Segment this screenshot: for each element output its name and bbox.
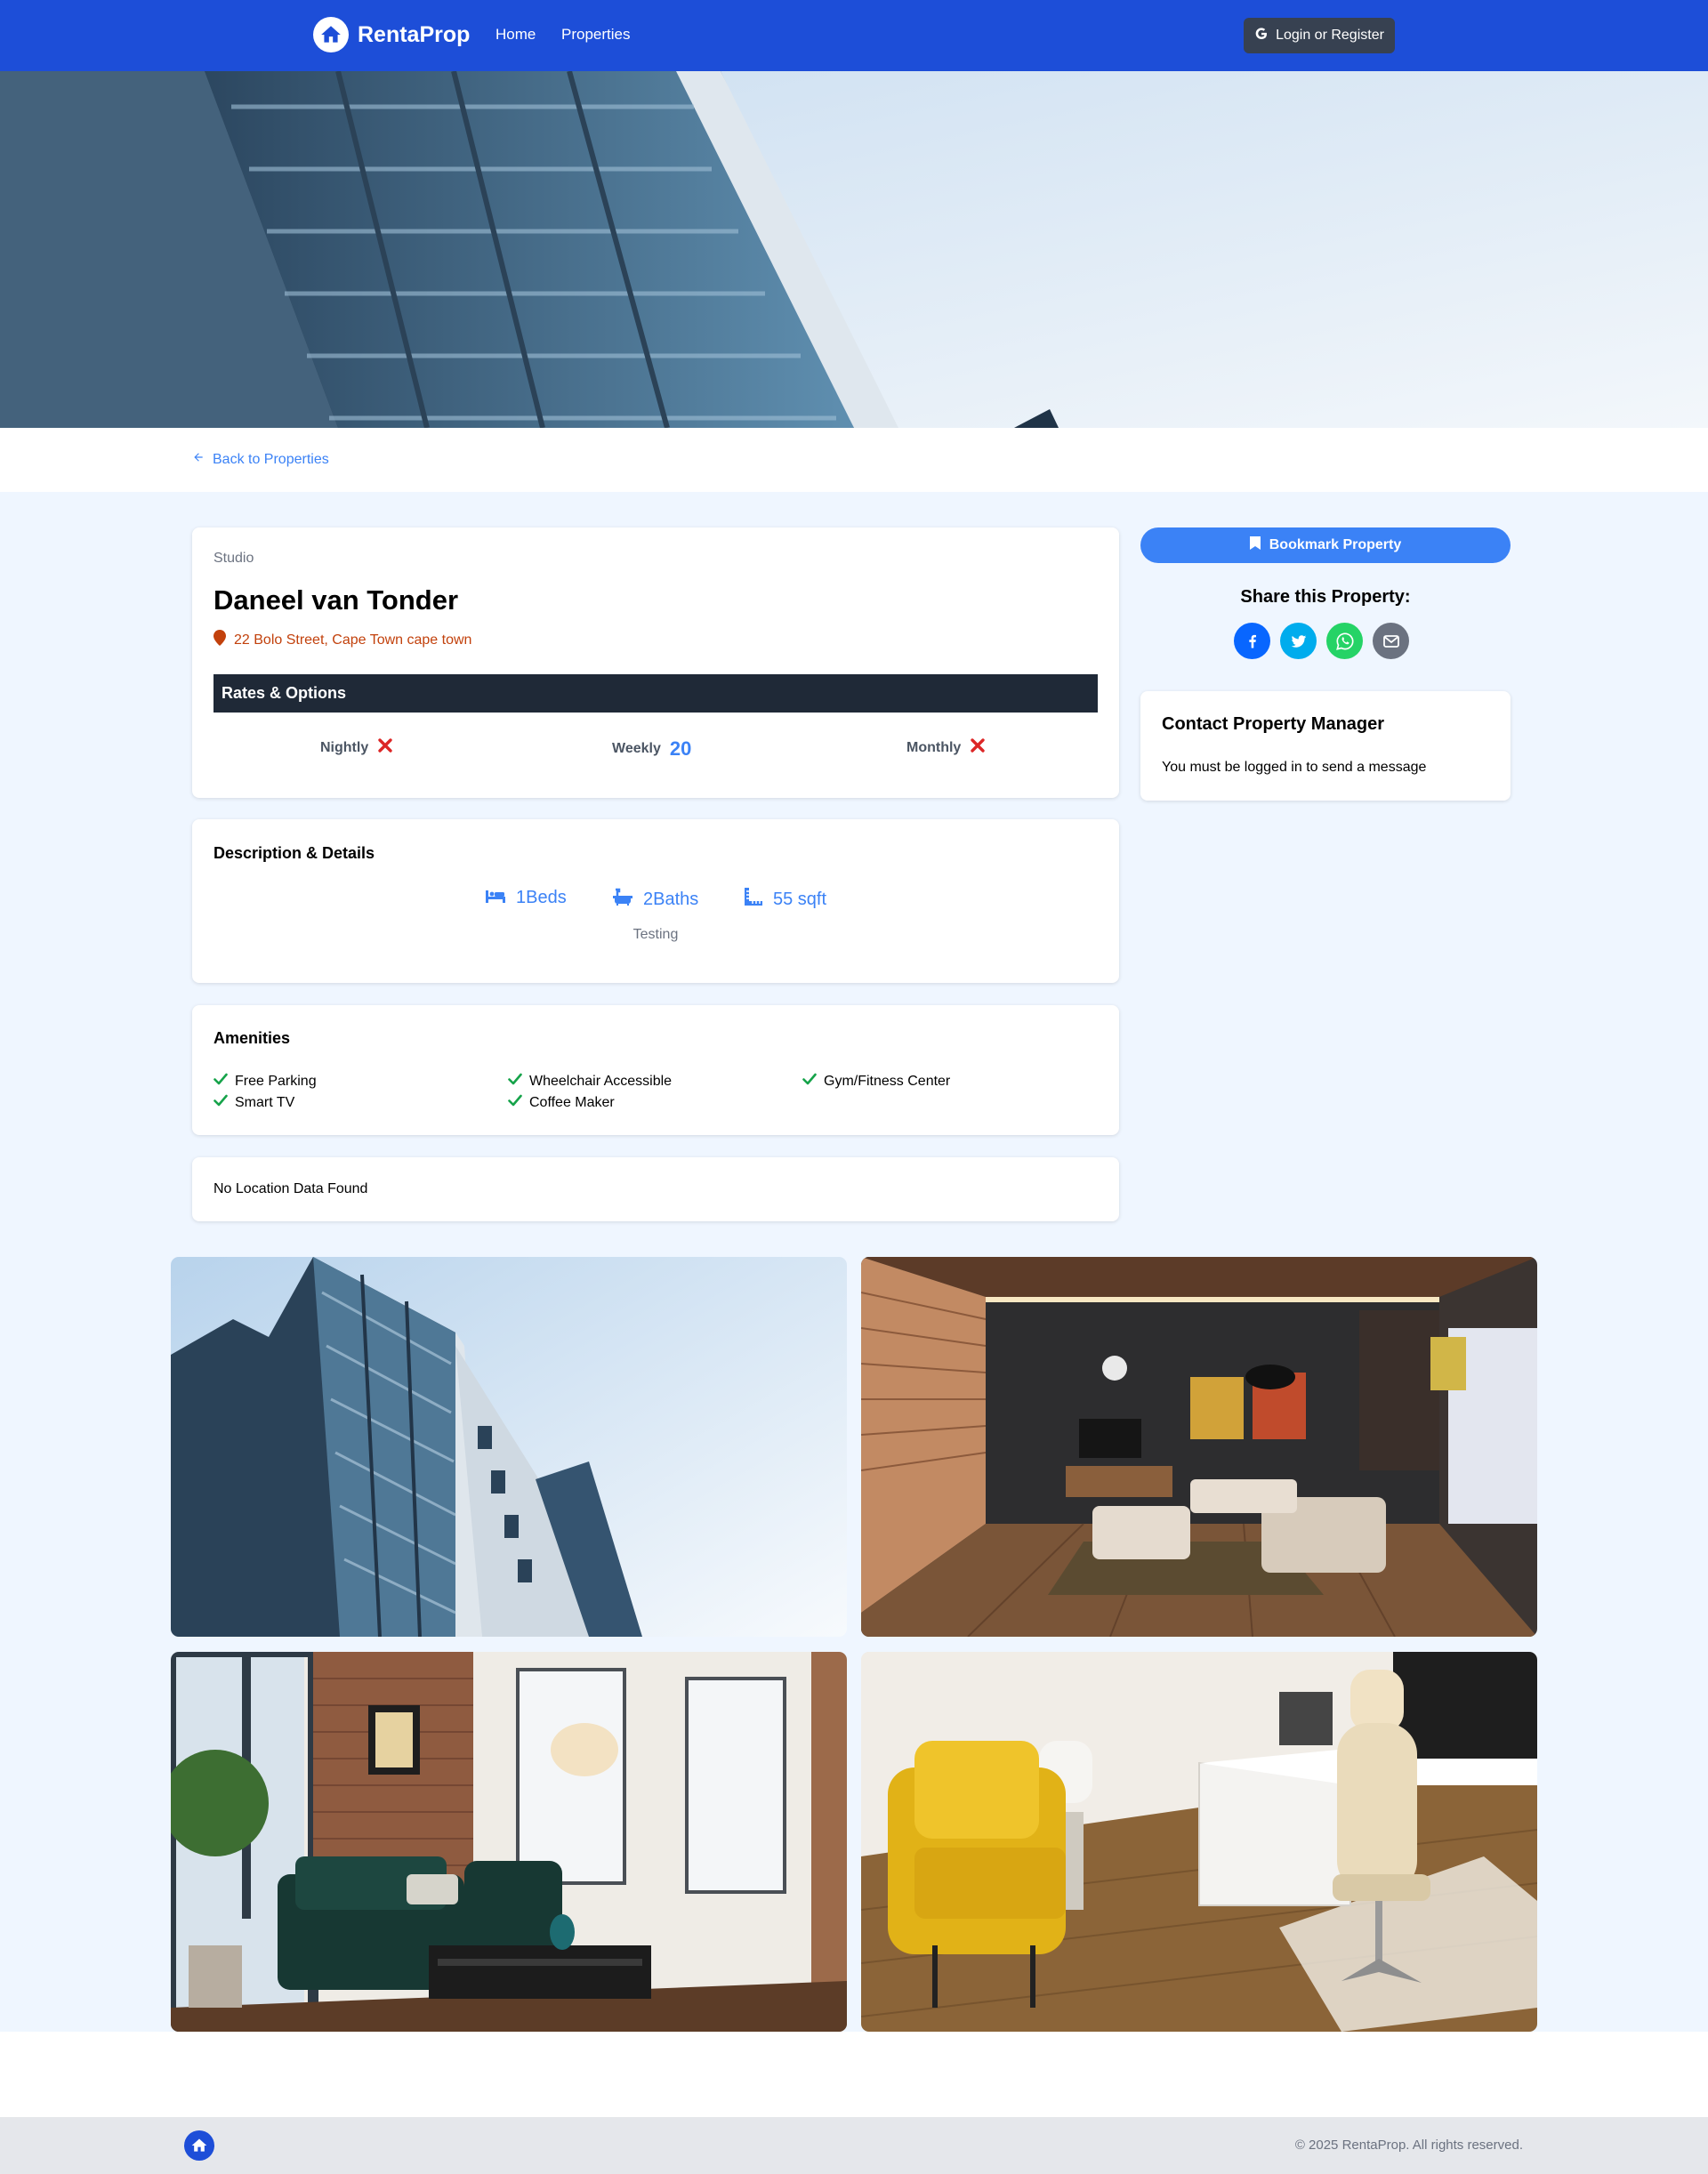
description-details-card: Description & Details 1Beds 2Baths 55 sq… <box>192 819 1119 983</box>
bookmark-label: Bookmark Property <box>1269 537 1402 552</box>
ruler-icon <box>745 888 762 911</box>
bath-icon <box>613 888 632 911</box>
rates-options-header: Rates & Options <box>214 674 1098 713</box>
brand-link[interactable]: RentaProp <box>313 17 470 52</box>
login-required-message: You must be logged in to send a message <box>1162 760 1427 775</box>
description-title: Description & Details <box>214 844 375 862</box>
house-logo-icon <box>313 17 349 52</box>
facebook-icon[interactable] <box>1234 623 1270 659</box>
email-icon[interactable] <box>1373 623 1409 659</box>
property-address: 22 Bolo Street, Cape Town cape town <box>214 630 471 650</box>
x-mark-icon <box>377 737 393 758</box>
bed-icon <box>486 888 505 908</box>
rate-weekly-value: 20 <box>669 737 692 760</box>
check-icon <box>802 1073 817 1090</box>
rate-weekly: Weekly 20 <box>612 737 691 761</box>
property-name: Daneel van Tonder <box>214 584 459 616</box>
back-link-label: Back to Properties <box>213 451 329 467</box>
rate-weekly-label: Weekly <box>612 741 661 756</box>
brand-name: RentaProp <box>358 21 471 47</box>
property-description: Testing <box>632 927 679 942</box>
rate-monthly: Monthly <box>906 737 986 758</box>
gallery-image-brick-living-room[interactable] <box>171 1652 847 2032</box>
amenity-label: Smart TV <box>235 1094 295 1110</box>
amenity-label: Gym/Fitness Center <box>824 1073 951 1089</box>
location-card: No Location Data Found <box>192 1157 1119 1221</box>
amenities-card: Amenities Free Parking Wheelchair Access… <box>192 1005 1119 1135</box>
check-icon <box>214 1094 228 1111</box>
nav-properties-link[interactable]: Properties <box>561 26 630 44</box>
amenity-label: Free Parking <box>235 1073 317 1089</box>
amenities-title: Amenities <box>214 1029 291 1047</box>
whatsapp-icon[interactable] <box>1326 623 1363 659</box>
rate-nightly: Nightly <box>320 737 393 758</box>
gallery-image-building[interactable] <box>171 1257 847 1637</box>
login-register-button[interactable]: Login or Register <box>1244 18 1395 53</box>
check-icon <box>508 1094 522 1111</box>
login-register-label: Login or Register <box>1276 28 1384 43</box>
amenity-item: Wheelchair Accessible <box>508 1073 672 1090</box>
amenity-label: Wheelchair Accessible <box>529 1073 673 1089</box>
gallery-image-living-room[interactable] <box>861 1257 1537 1637</box>
bookmark-icon <box>1249 536 1261 554</box>
share-title: Share this Property: <box>1240 587 1411 607</box>
check-icon <box>214 1073 228 1090</box>
amenity-item: Gym/Fitness Center <box>802 1073 950 1090</box>
sqft-value: 55 sqft <box>773 889 827 909</box>
baths-spec: 2Baths <box>613 888 698 911</box>
beds-spec: 1Beds <box>486 888 567 908</box>
share-icons <box>1234 623 1409 659</box>
footer-house-logo-icon[interactable] <box>184 2130 214 2161</box>
twitter-icon[interactable] <box>1280 623 1317 659</box>
contact-manager-title: Contact Property Manager <box>1162 714 1385 734</box>
gallery-image-office[interactable] <box>861 1652 1537 2032</box>
x-mark-icon <box>970 737 986 758</box>
beds-value: 1Beds <box>516 888 567 907</box>
property-info-card: Studio Daneel van Tonder 22 Bolo Street,… <box>192 527 1119 798</box>
property-type: Studio <box>214 551 254 566</box>
sqft-spec: 55 sqft <box>745 888 826 911</box>
address-text: 22 Bolo Street, Cape Town cape town <box>234 632 472 648</box>
back-to-properties-link[interactable]: Back to Properties <box>192 451 329 468</box>
hero-building-image <box>0 71 1708 428</box>
contact-manager-card: Contact Property Manager You must be log… <box>1140 691 1511 801</box>
rate-nightly-label: Nightly <box>320 739 369 755</box>
map-marker-icon <box>214 630 226 650</box>
check-icon <box>508 1073 522 1090</box>
google-icon <box>1254 27 1269 45</box>
top-navbar <box>0 0 1708 71</box>
amenity-item: Coffee Maker <box>508 1094 615 1111</box>
no-location-message: No Location Data Found <box>214 1181 368 1196</box>
footer-copyright: © 2025 RentaProp. All rights reserved. <box>1294 2138 1523 2153</box>
amenity-item: Smart TV <box>214 1094 294 1111</box>
baths-value: 2Baths <box>643 889 699 909</box>
rate-monthly-label: Monthly <box>906 739 962 755</box>
bookmark-property-button[interactable]: Bookmark Property <box>1140 527 1511 563</box>
amenity-label: Coffee Maker <box>529 1094 615 1110</box>
amenity-item: Free Parking <box>214 1073 317 1090</box>
arrow-left-icon <box>192 451 205 468</box>
nav-home-link[interactable]: Home <box>495 26 536 44</box>
